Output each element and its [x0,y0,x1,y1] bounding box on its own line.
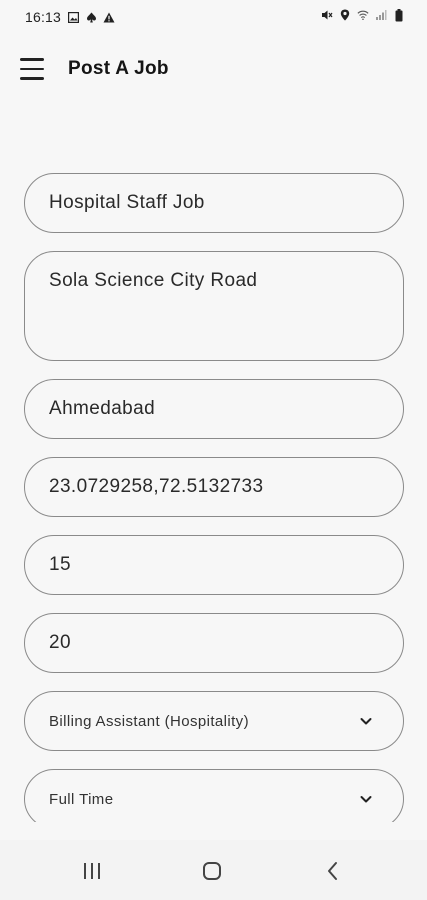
numeric-field-two[interactable]: 20 [24,613,404,673]
chevron-down-icon [359,792,373,806]
coordinates-field[interactable]: 23.0729258,72.5132733 [24,457,404,517]
numeric-field-one[interactable]: 15 [24,535,404,595]
job-form: Hospital Staff Job Sola Science City Roa… [24,173,404,822]
category-dropdown[interactable]: Billing Assistant (Hospitality) [24,691,404,751]
recent-apps-icon[interactable] [77,858,107,884]
system-nav-bar [0,840,427,900]
job-type-dropdown[interactable]: Full Time [24,769,404,822]
city-field[interactable]: Ahmedabad [24,379,404,439]
coordinates-value: 23.0729258,72.5132733 [49,476,264,497]
numeric-field-one-value: 15 [49,554,71,575]
job-type-selected-value: Full Time [49,790,114,808]
chevron-down-icon [359,714,373,728]
address-value: Sola Science City Road [49,270,258,291]
post-job-screen: 16:13 Post A Job Hospital Staff Job Sola… [0,0,427,900]
back-icon[interactable] [318,858,348,884]
address-field[interactable]: Sola Science City Road [24,251,404,361]
job-title-value: Hospital Staff Job [49,192,205,213]
form-scroll-area[interactable]: Hospital Staff Job Sola Science City Roa… [0,0,427,822]
home-icon[interactable] [197,858,227,884]
city-value: Ahmedabad [49,398,156,419]
category-selected-value: Billing Assistant (Hospitality) [49,712,249,730]
job-title-field[interactable]: Hospital Staff Job [24,173,404,233]
numeric-field-two-value: 20 [49,632,71,653]
